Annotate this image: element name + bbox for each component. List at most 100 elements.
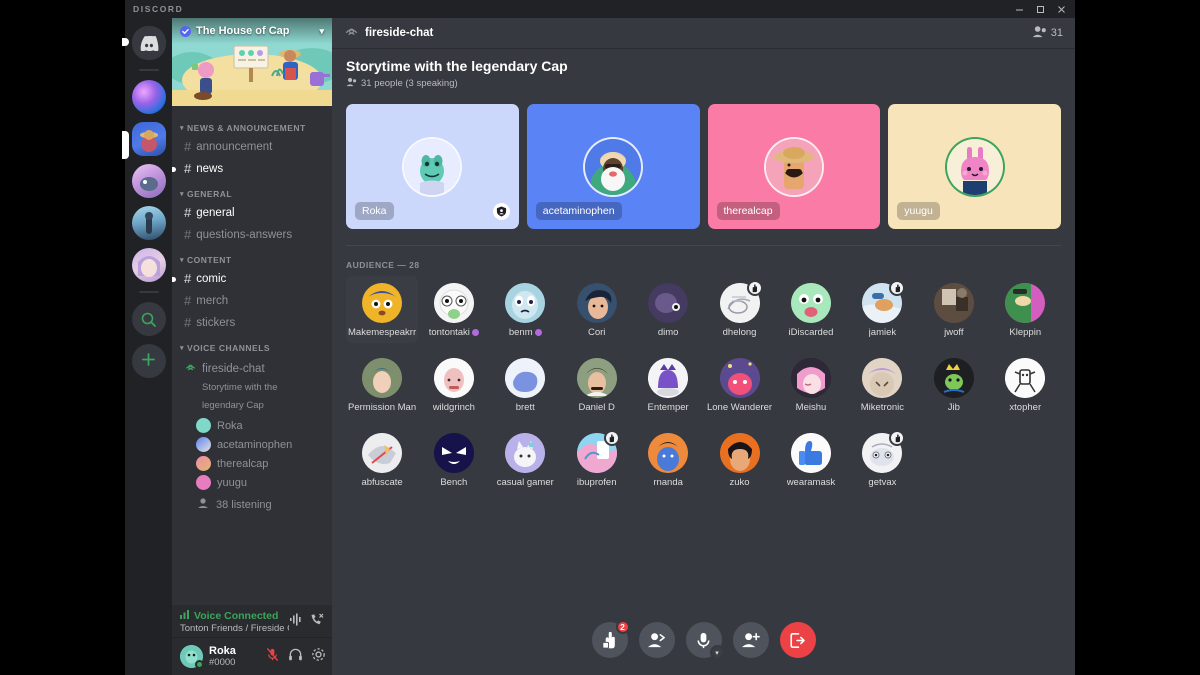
invite-people-button[interactable] [733, 622, 769, 658]
category-voice-channels[interactable]: ▾ VOICE CHANNELS [172, 334, 332, 356]
gear-icon[interactable] [311, 647, 326, 667]
audience-member[interactable]: wearamask [775, 426, 846, 493]
category-content[interactable]: ▾ CONTENT [172, 246, 332, 268]
audience-member[interactable]: Kleppin [990, 276, 1061, 343]
audience-member[interactable]: Jib [918, 351, 989, 418]
audience-member[interactable]: tontontaki [418, 276, 489, 343]
member-count-indicator[interactable]: 31 [1032, 25, 1063, 41]
server-icon-2[interactable] [132, 122, 166, 156]
audience-member[interactable]: getvax [847, 426, 918, 493]
audience-member[interactable]: abfuscate [346, 426, 418, 493]
discord-home-icon[interactable] [132, 26, 166, 60]
audience-member[interactable]: jamiek [847, 276, 918, 343]
audience-member[interactable]: dimo [632, 276, 703, 343]
audience-name: Permission Man [348, 402, 416, 413]
speaker-card-roka[interactable]: Roka [346, 104, 519, 229]
channel-questions-answers[interactable]: # questions-answers [178, 224, 326, 246]
audience-member[interactable]: Bench [418, 426, 489, 493]
audience-member[interactable]: Makemespeakrr [346, 276, 418, 343]
explore-search-icon[interactable] [132, 302, 166, 336]
server-rail [125, 18, 172, 675]
audience-member[interactable]: jwoff [918, 276, 989, 343]
voice-member-therealcap[interactable]: therealcap [190, 454, 326, 473]
audience-name: dhelong [723, 327, 757, 338]
mic-muted-icon[interactable] [265, 647, 280, 667]
minimize-icon[interactable] [1009, 0, 1029, 18]
request-to-speak-button[interactable] [639, 622, 675, 658]
audience-member[interactable]: Meishu [775, 351, 846, 418]
audience-member[interactable]: ibuprofen [561, 426, 632, 493]
server-icon-5[interactable] [132, 248, 166, 282]
leave-stage-button[interactable] [780, 622, 816, 658]
audience-member[interactable]: benm [490, 276, 561, 343]
audience-member[interactable]: dhelong [704, 276, 775, 343]
avatar [720, 433, 760, 473]
audience-name: casual gamer [497, 477, 554, 488]
audience-member[interactable]: wildgrinch [418, 351, 489, 418]
audience-member[interactable]: Daniel D [561, 351, 632, 418]
server-icon-1[interactable] [132, 80, 166, 114]
channel-list[interactable]: ▾ NEWS & ANNOUNCEMENT # announcement # n… [172, 106, 332, 605]
audience-member[interactable]: casual gamer [490, 426, 561, 493]
channel-general[interactable]: # general [178, 202, 326, 224]
audience-member[interactable]: iDiscarded [775, 276, 846, 343]
member-count: 31 [1051, 27, 1063, 39]
avatar[interactable] [180, 645, 203, 668]
chevron-down-icon[interactable]: ▾ [710, 645, 725, 660]
channel-label: general [196, 205, 234, 221]
speaker-card-acetaminophen[interactable]: acetaminophen [527, 104, 700, 229]
audience-member[interactable]: brett [490, 351, 561, 418]
app-logo: DISCORD [125, 4, 183, 14]
voice-channel-fireside-chat[interactable]: fireside-chat Storytime with the legenda… [178, 356, 326, 416]
audience-name: benm [509, 327, 542, 338]
audience-name: ibuprofen [577, 477, 617, 488]
audience-icon [196, 496, 210, 513]
category-general[interactable]: ▾ GENERAL [172, 180, 332, 202]
audience-member[interactable]: Cori [561, 276, 632, 343]
voice-member-roka[interactable]: Roka [190, 416, 326, 435]
audience-member[interactable]: xtopher [990, 351, 1061, 418]
noise-suppression-icon[interactable] [289, 613, 303, 631]
avatar [404, 139, 460, 195]
audience-member[interactable]: Lone Wanderer [704, 351, 775, 418]
audience-member[interactable]: Entemper [632, 351, 703, 418]
add-server-icon[interactable] [132, 344, 166, 378]
avatar [791, 358, 831, 398]
raise-hand-button[interactable]: 2 [592, 622, 628, 658]
server-icon-3[interactable] [132, 164, 166, 198]
user-discriminator: #0000 [209, 657, 236, 669]
channel-stickers[interactable]: # stickers [178, 312, 326, 334]
audience-member[interactable]: zuko [704, 426, 775, 493]
voice-member-acetaminophen[interactable]: acetaminophen [190, 435, 326, 454]
audience-name: dimo [658, 327, 679, 338]
server-banner[interactable]: The House of Cap ▾ [172, 18, 332, 106]
channel-announcement[interactable]: # announcement [178, 136, 326, 158]
speaker-card-yuugu[interactable]: yuugu [888, 104, 1061, 229]
disconnect-call-icon[interactable] [310, 613, 324, 631]
audience-member[interactable]: Permission Man [346, 351, 418, 418]
headset-icon[interactable] [288, 647, 303, 667]
category-news[interactable]: ▾ NEWS & ANNOUNCEMENT [172, 114, 332, 136]
close-icon[interactable] [1051, 0, 1071, 18]
server-header[interactable]: The House of Cap ▾ [172, 18, 332, 44]
microphone-button[interactable]: ▾ [686, 622, 722, 658]
avatar [505, 283, 545, 323]
title-bar: DISCORD [125, 0, 1075, 18]
maximize-icon[interactable] [1030, 0, 1050, 18]
chevron-down-icon[interactable]: ▾ [319, 26, 324, 37]
audience-member[interactable]: rnanda [632, 426, 703, 493]
audience-member[interactable]: Miketronic [847, 351, 918, 418]
channel-news[interactable]: # news [178, 158, 326, 180]
server-icon-4[interactable] [132, 206, 166, 240]
speaker-card-therealcap[interactable]: therealcap [708, 104, 881, 229]
channel-comic[interactable]: # comic [178, 268, 326, 290]
voice-member-yuugu[interactable]: yuugu [190, 473, 326, 492]
avatar [766, 139, 822, 195]
chevron-down-icon: ▾ [180, 124, 184, 132]
voice-member-name: acetaminophen [217, 439, 292, 451]
channel-merch[interactable]: # merch [178, 290, 326, 312]
user-panel: Roka #0000 [172, 637, 332, 675]
audience-name: Entemper [648, 402, 689, 413]
avatar [648, 283, 688, 323]
username: Roka [209, 645, 236, 657]
